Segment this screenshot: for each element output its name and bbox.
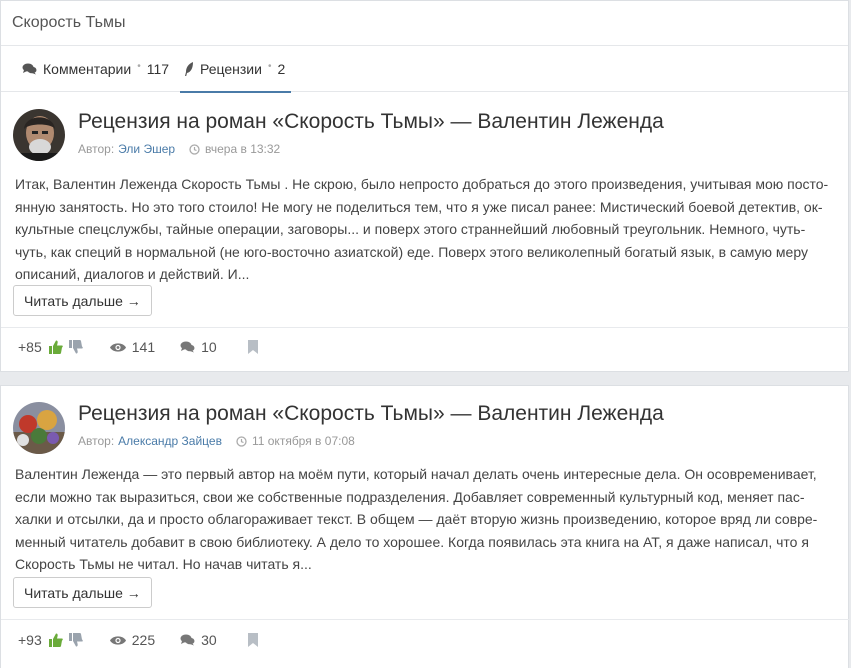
- page-title: Скорость Тьмы: [12, 14, 126, 31]
- clock-icon: [189, 143, 200, 155]
- page-header: Скорость Тьмы: [1, 1, 848, 46]
- tab-comments-count: 117: [146, 61, 170, 77]
- review-card-2: Рецензия на роман «Скорость Тьмы» — Вале…: [0, 385, 850, 668]
- author-prefix: Автор:: [78, 142, 115, 156]
- review-excerpt: Итак, Валентин Лежендa Скорость Тьмы . Н…: [15, 176, 829, 282]
- thumbs-down-icon[interactable]: [68, 340, 83, 354]
- divider: [1, 327, 850, 328]
- views-count: 141: [131, 339, 156, 355]
- feather-icon: [185, 62, 193, 76]
- tab-comments-label: Комментарии: [43, 61, 132, 77]
- tab-reviews-label: Рецензии: [200, 61, 262, 77]
- comments-icon: [180, 341, 195, 353]
- avatar[interactable]: [13, 402, 65, 454]
- review-stats: +85 141 10: [18, 337, 258, 357]
- review-title[interactable]: Рецензия на роман «Скорость Тьмы» — Вале…: [78, 402, 664, 426]
- comments-count: 10: [201, 339, 217, 355]
- author-link[interactable]: Александр Зайцев: [118, 434, 222, 448]
- thumbs-up-icon[interactable]: [48, 340, 63, 354]
- rating-value: +93: [18, 632, 42, 648]
- review-title[interactable]: Рецензия на роман «Скорость Тьмы» — Вале…: [78, 110, 664, 134]
- author-link[interactable]: Эли Эшер: [118, 142, 175, 156]
- bookmark-icon[interactable]: [247, 633, 258, 647]
- thumbs-down-icon[interactable]: [68, 633, 83, 647]
- comments-count: 30: [201, 632, 217, 648]
- read-more-button[interactable]: Читать дальше →: [13, 285, 152, 316]
- tab-reviews[interactable]: Рецензии • 2: [179, 46, 292, 93]
- views-stat: 141: [109, 339, 156, 355]
- review-meta: Автор: Эли Эшер вчера в 13:32: [78, 142, 280, 156]
- thumbs-up-icon[interactable]: [48, 633, 63, 647]
- eye-icon: [109, 342, 126, 352]
- divider: [1, 619, 850, 620]
- comments-stat[interactable]: 30: [180, 632, 217, 648]
- review-date: 11 октября в 07:08: [251, 434, 355, 448]
- comments-icon: [180, 634, 195, 646]
- comments-stat[interactable]: 10: [180, 339, 217, 355]
- clock-icon: [236, 435, 247, 447]
- avatar[interactable]: [13, 109, 65, 161]
- views-stat: 225: [109, 632, 156, 648]
- reviews-panel: Скорость Тьмы Комментарии • 117 Рецензии…: [0, 0, 850, 372]
- review-date: вчера в 13:32: [205, 142, 281, 156]
- rating-value: +85: [18, 339, 42, 355]
- tab-comments[interactable]: Комментарии • 117: [22, 46, 169, 92]
- review-excerpt: Валентин Лежендa — это первый автор на м…: [15, 466, 818, 572]
- review-stats: +93 225 30: [18, 630, 258, 650]
- review-meta: Автор: Александр Зайцев 11 октября в 07:…: [78, 434, 355, 448]
- views-count: 225: [131, 632, 156, 648]
- author-prefix: Автор:: [78, 434, 115, 448]
- read-more-button[interactable]: Читать дальше →: [13, 577, 152, 608]
- eye-icon: [109, 635, 126, 645]
- comments-icon: [22, 63, 37, 75]
- tabs-bar: Комментарии • 117 Рецензии • 2: [1, 46, 848, 93]
- bookmark-icon[interactable]: [247, 340, 258, 354]
- tab-reviews-count: 2: [277, 61, 286, 77]
